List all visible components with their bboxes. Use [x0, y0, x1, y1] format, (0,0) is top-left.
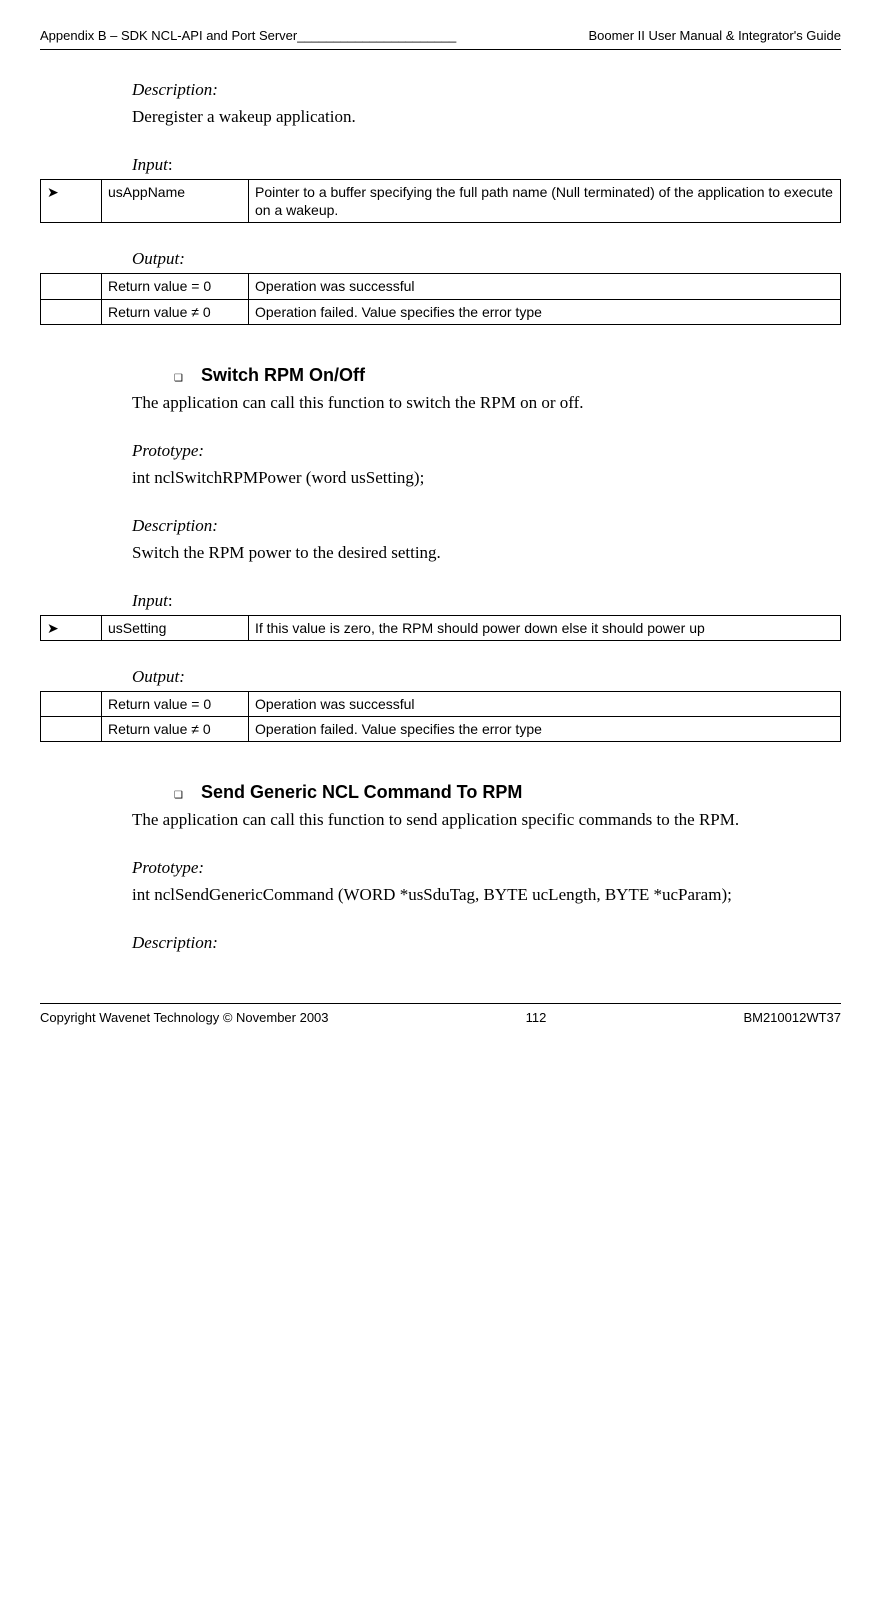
header-right: Boomer II User Manual & Integrator's Gui…: [589, 28, 841, 43]
param-name: usSetting: [102, 615, 249, 640]
prototype-text-3: int nclSendGenericCommand (WORD *usSduTa…: [132, 884, 841, 907]
intro-text-2: The application can call this function t…: [132, 392, 841, 415]
subsection-heading: Send Generic NCL Command To RPM: [201, 782, 522, 803]
return-desc: Operation was successful: [249, 691, 841, 716]
header-rule: [40, 49, 841, 50]
table-row: Return value ≠ 0 Operation failed. Value…: [41, 299, 841, 324]
intro-text-3: The application can call this function t…: [132, 809, 841, 832]
page-header: Appendix B – SDK NCL-API and Port Server…: [40, 28, 841, 43]
table-row: ➤ usSetting If this value is zero, the R…: [41, 615, 841, 640]
arrow-icon: ➤: [41, 179, 102, 222]
prototype-label-2: Prototype:: [132, 441, 841, 461]
footer-center: 112: [526, 1010, 547, 1025]
description-label-3: Description:: [132, 933, 841, 953]
param-name: usAppName: [102, 179, 249, 222]
table-row: Return value = 0 Operation was successfu…: [41, 274, 841, 299]
table-row: ➤ usAppName Pointer to a buffer specifyi…: [41, 179, 841, 222]
return-name: Return value = 0: [102, 691, 249, 716]
input-table-1: ➤ usAppName Pointer to a buffer specifyi…: [40, 179, 841, 223]
footer-left: Copyright Wavenet Technology © November …: [40, 1010, 329, 1025]
prototype-text-2: int nclSwitchRPMPower (word usSetting);: [132, 467, 841, 490]
output-label-2: Output:: [132, 667, 841, 687]
param-desc: Pointer to a buffer specifying the full …: [249, 179, 841, 222]
output-table-2: Return value = 0 Operation was successfu…: [40, 691, 841, 742]
subsection-heading-row: ❑ Send Generic NCL Command To RPM: [174, 782, 841, 803]
page-content: Description: Deregister a wakeup applica…: [132, 80, 841, 953]
arrow-icon: [41, 716, 102, 741]
description-text-2: Switch the RPM power to the desired sett…: [132, 542, 841, 565]
page-footer: Copyright Wavenet Technology © November …: [40, 1010, 841, 1025]
return-desc: Operation was successful: [249, 274, 841, 299]
bullet-icon: ❑: [174, 373, 183, 384]
header-left: Appendix B – SDK NCL-API and Port Server…: [40, 28, 456, 43]
return-name: Return value = 0: [102, 274, 249, 299]
input-table-2: ➤ usSetting If this value is zero, the R…: [40, 615, 841, 641]
prototype-label-3: Prototype:: [132, 858, 841, 878]
param-desc: If this value is zero, the RPM should po…: [249, 615, 841, 640]
subsection-heading-row: ❑ Switch RPM On/Off: [174, 365, 841, 386]
bullet-icon: ❑: [174, 790, 183, 801]
footer-right: BM210012WT37: [743, 1010, 841, 1025]
description-text-1: Deregister a wakeup application.: [132, 106, 841, 129]
description-label-2: Description:: [132, 516, 841, 536]
output-label-1: Output:: [132, 249, 841, 269]
output-table-1: Return value = 0 Operation was successfu…: [40, 273, 841, 324]
table-row: Return value ≠ 0 Operation failed. Value…: [41, 716, 841, 741]
input-label-1: Input:: [132, 155, 841, 175]
return-desc: Operation failed. Value specifies the er…: [249, 299, 841, 324]
footer-rule: [40, 1003, 841, 1004]
return-name: Return value ≠ 0: [102, 716, 249, 741]
arrow-icon: ➤: [41, 615, 102, 640]
return-name: Return value ≠ 0: [102, 299, 249, 324]
arrow-icon: [41, 691, 102, 716]
input-label-2: Input:: [132, 591, 841, 611]
arrow-icon: [41, 299, 102, 324]
arrow-icon: [41, 274, 102, 299]
return-desc: Operation failed. Value specifies the er…: [249, 716, 841, 741]
table-row: Return value = 0 Operation was successfu…: [41, 691, 841, 716]
description-label-1: Description:: [132, 80, 841, 100]
subsection-heading: Switch RPM On/Off: [201, 365, 365, 386]
